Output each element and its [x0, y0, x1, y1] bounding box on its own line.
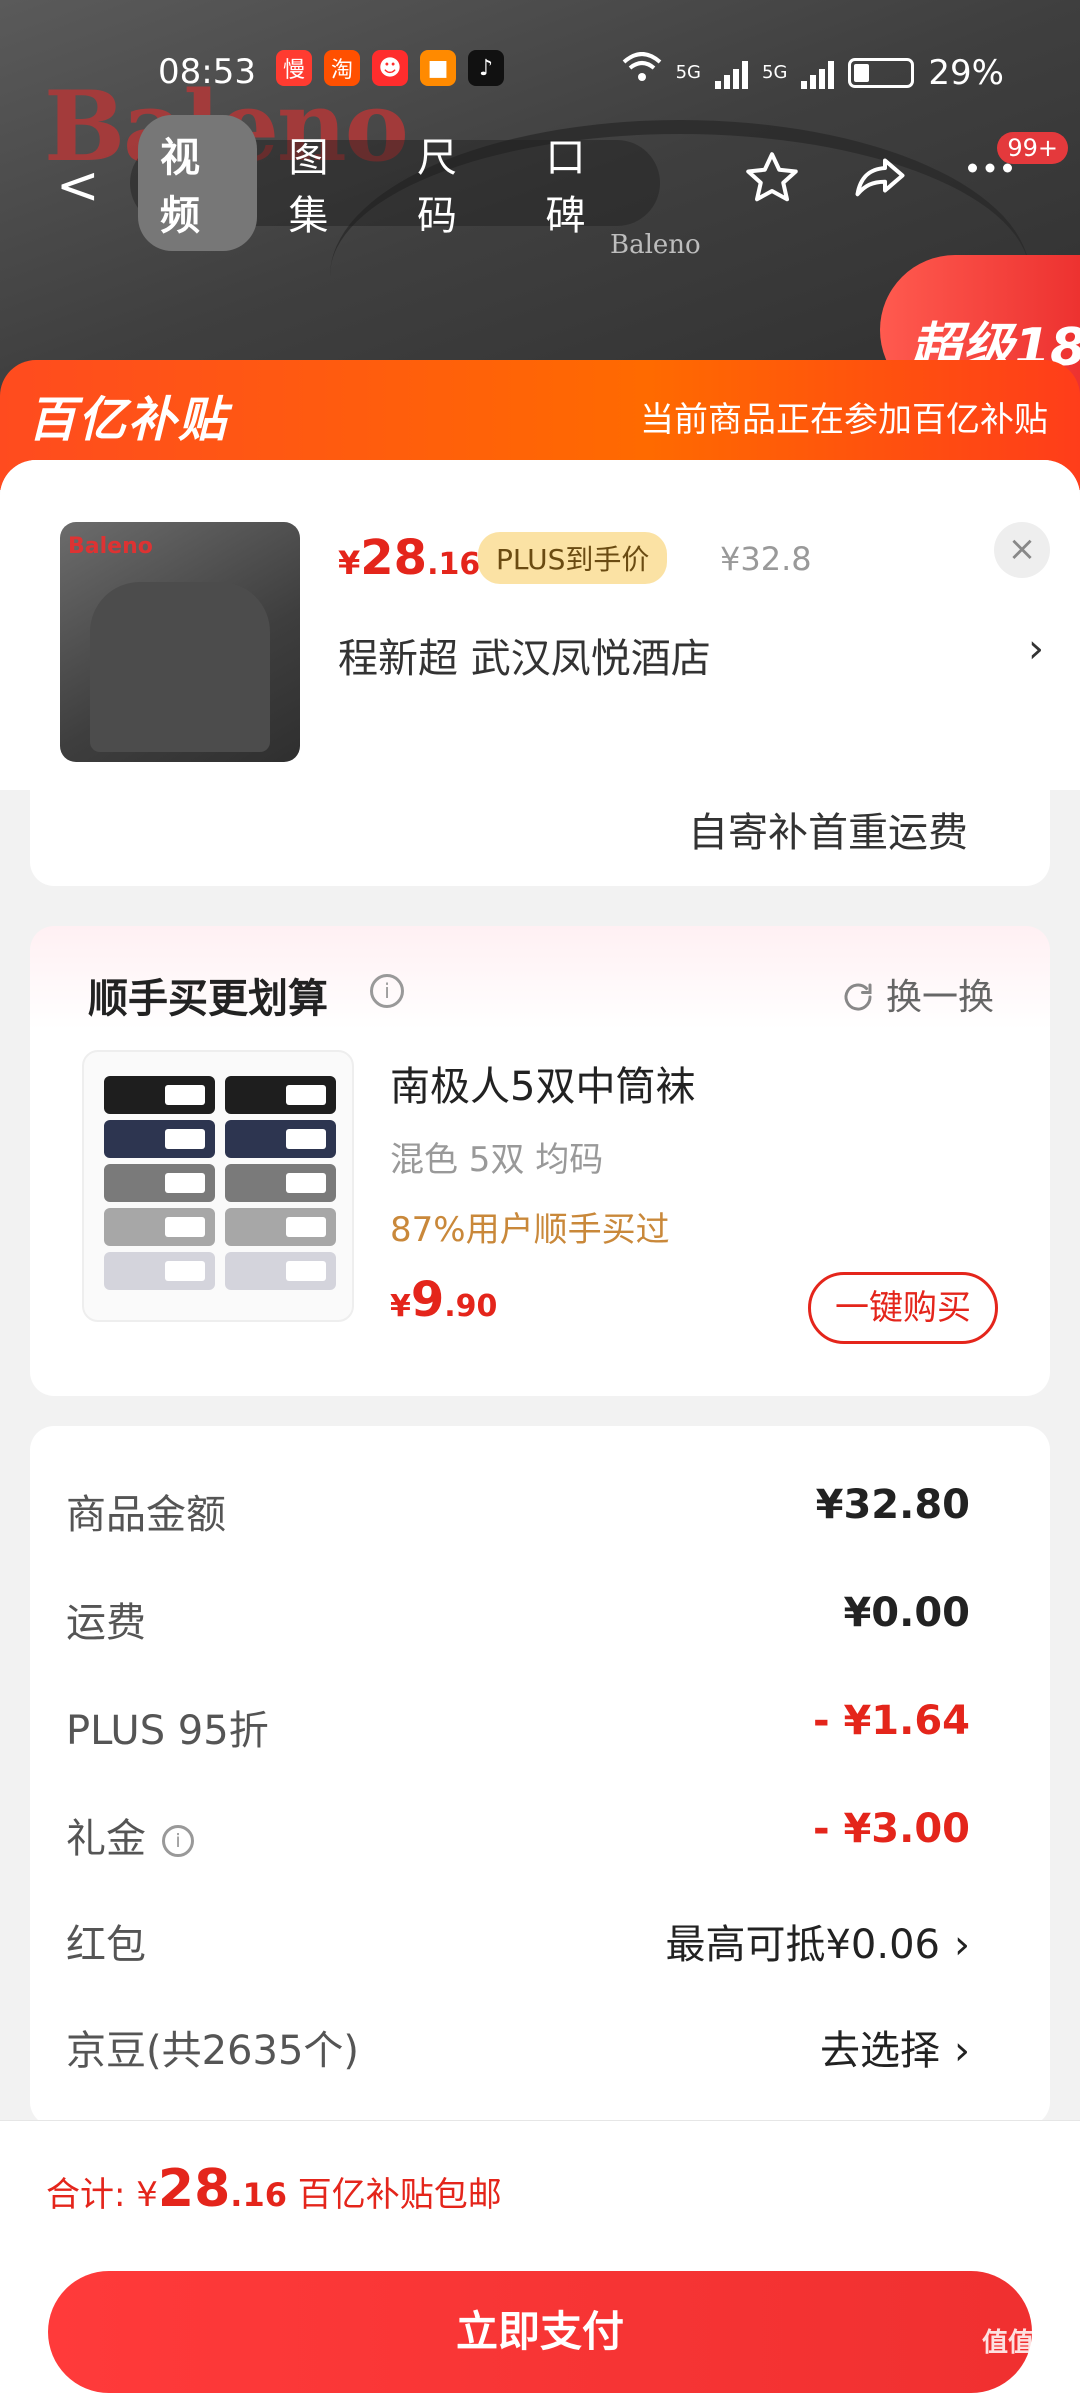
close-icon[interactable]: ×	[994, 522, 1050, 578]
goods-amount-value: ¥32.80	[815, 1482, 970, 1528]
refresh-icon	[844, 983, 872, 1011]
tab-reviews[interactable]: 口碑	[524, 115, 643, 251]
app-icon-2: 淘	[324, 50, 360, 86]
shipping-card: 自寄补首重运费	[30, 790, 1050, 886]
total-label: 合计:	[46, 2175, 137, 2215]
shipping-fee-value: ¥0.00	[843, 1590, 970, 1636]
gift-money-label: 礼金 i	[66, 1806, 194, 1864]
app-icon-1: 慢	[276, 50, 312, 86]
app-icon-5: ♪	[468, 50, 504, 86]
pay-now-button[interactable]: 立即支付	[48, 2271, 1032, 2393]
red-packet-value-text: 最高可抵¥0.06	[665, 1922, 940, 1968]
original-price: ¥32.8	[720, 540, 812, 578]
checkout-footer: 合计: ¥28.16 百亿补贴包邮 立即支付	[0, 2120, 1080, 2400]
signal-icon-1	[715, 57, 749, 89]
total-integer: 28	[157, 2159, 231, 2219]
sweatshirt-image	[90, 582, 270, 752]
total-note: 百亿补贴包邮	[286, 2175, 502, 2215]
tab-size[interactable]: 尺码	[395, 115, 514, 251]
share-icon[interactable]	[850, 148, 910, 222]
gift-money-value: - ¥3.00	[812, 1806, 970, 1852]
product-nav-bar: < 视频 图集 尺码 口碑 99+	[0, 115, 1080, 251]
addon-product-spec: 混色 5双 均码	[390, 1140, 604, 1180]
addon-price: ¥9.90	[390, 1272, 497, 1328]
addon-info-icon[interactable]: i	[370, 974, 404, 1008]
addon-heading: 顺手买更划算	[88, 976, 328, 1022]
order-total: 合计: ¥28.16 百亿补贴包邮	[46, 2159, 502, 2219]
swap-button[interactable]: 换一换	[840, 968, 994, 1020]
plus-discount-value: - ¥1.64	[812, 1698, 970, 1744]
battery-percent: 29%	[928, 52, 1004, 93]
one-click-buy-button[interactable]: 一键购买	[808, 1272, 998, 1344]
chevron-right-icon: ›	[954, 1922, 970, 1968]
tab-gallery[interactable]: 图集	[267, 115, 386, 251]
row-plus-discount: PLUS 95折 - ¥1.64	[66, 1698, 970, 1758]
red-packet-label: 红包	[66, 1922, 146, 1968]
jingdou-select-text: 去选择	[820, 2028, 940, 2074]
price-summary-card: 商品金额 ¥32.80 运费 ¥0.00 PLUS 95折 - ¥1.64 礼金…	[30, 1426, 1050, 2126]
addon-price-integer: 9	[410, 1272, 445, 1328]
address-chevron-icon[interactable]: ›	[1028, 626, 1044, 672]
network-5g-label-2: 5G	[762, 62, 788, 83]
red-packet-value[interactable]: 最高可抵¥0.06 ›	[665, 1912, 970, 1970]
gift-money-label-text: 礼金	[66, 1816, 146, 1862]
subsidy-logo: 百亿补贴	[28, 392, 229, 448]
jingdou-select[interactable]: 去选择 ›	[820, 2018, 970, 2076]
media-tabs: 视频 图集 尺码 口碑	[130, 115, 660, 251]
row-goods-amount: 商品金额 ¥32.80	[66, 1482, 970, 1542]
product-price: ¥28.16	[338, 530, 480, 586]
status-time: 08:53	[158, 52, 256, 92]
shipping-fee-label: 运费	[66, 1600, 146, 1646]
back-arrow-icon[interactable]: <	[56, 156, 100, 216]
watermark: 值值值	[981, 2328, 1060, 2358]
row-jingdou[interactable]: 京豆(共2635个) 去选择 ›	[66, 2018, 970, 2078]
row-gift-money: 礼金 i - ¥3.00	[66, 1806, 970, 1866]
plus-discount-label: PLUS 95折	[66, 1708, 269, 1754]
favorite-star-icon[interactable]	[742, 148, 802, 222]
thumbnail-brand: Baleno	[68, 534, 153, 559]
status-app-icons: 慢 淘 ☻ ■ ♪	[276, 50, 504, 86]
price-decimal: .16	[427, 547, 481, 582]
app-icon-4: ■	[420, 50, 456, 86]
price-integer: 28	[360, 530, 428, 586]
jingdou-label: 京豆(共2635个)	[66, 2028, 360, 2074]
row-red-packet[interactable]: 红包 最高可抵¥0.06 ›	[66, 1912, 970, 1972]
wifi-icon	[622, 52, 662, 93]
total-decimal: .16	[230, 2176, 287, 2214]
battery-icon	[848, 57, 915, 88]
shipping-note: 自寄补首重运费	[688, 810, 968, 856]
delivery-address[interactable]: 程新超 武汉凤悦酒店	[338, 626, 711, 684]
app-icon-3: ☻	[372, 50, 408, 86]
total-currency: ¥	[136, 2175, 158, 2215]
status-bar: 08:53 慢 淘 ☻ ■ ♪ 5G 5G 29%	[0, 40, 1080, 106]
subsidy-message: 当前商品正在参加百亿补贴	[640, 400, 1048, 440]
gift-money-info-icon[interactable]: i	[162, 1825, 194, 1857]
row-shipping-fee: 运费 ¥0.00	[66, 1590, 970, 1650]
addon-recommendation-card: 顺手买更划算 i 换一换 南极人5双中筒袜 混色 5双 均码 87%用户顺手买过…	[30, 926, 1050, 1396]
goods-amount-label: 商品金额	[66, 1492, 226, 1538]
addon-bought-stat: 87%用户顺手买过	[390, 1210, 670, 1250]
addon-price-decimal: .90	[444, 1289, 498, 1324]
product-thumbnail: Baleno	[60, 522, 300, 762]
network-5g-label-1: 5G	[675, 62, 702, 83]
addon-price-currency: ¥	[390, 1289, 411, 1324]
signal-icon-2	[801, 57, 835, 89]
price-currency: ¥	[338, 544, 361, 582]
status-right: 5G 5G 29%	[622, 52, 1004, 93]
plus-price-badge: PLUS到手价	[478, 532, 668, 584]
addon-product-name[interactable]: 南极人5双中筒袜	[390, 1054, 695, 1112]
notification-badge: 99+	[997, 132, 1068, 164]
product-summary: Baleno ¥28.16 PLUS到手价 ¥32.8 × 程新超 武汉凤悦酒店…	[0, 460, 1080, 790]
checkout-sheet: Baleno ¥28.16 PLUS到手价 ¥32.8 × 程新超 武汉凤悦酒店…	[0, 460, 1080, 2400]
chevron-right-icon: ›	[954, 2028, 970, 2074]
swap-label: 换一换	[885, 977, 994, 1018]
tab-video[interactable]: 视频	[138, 115, 257, 251]
socks-product-image	[82, 1050, 354, 1322]
